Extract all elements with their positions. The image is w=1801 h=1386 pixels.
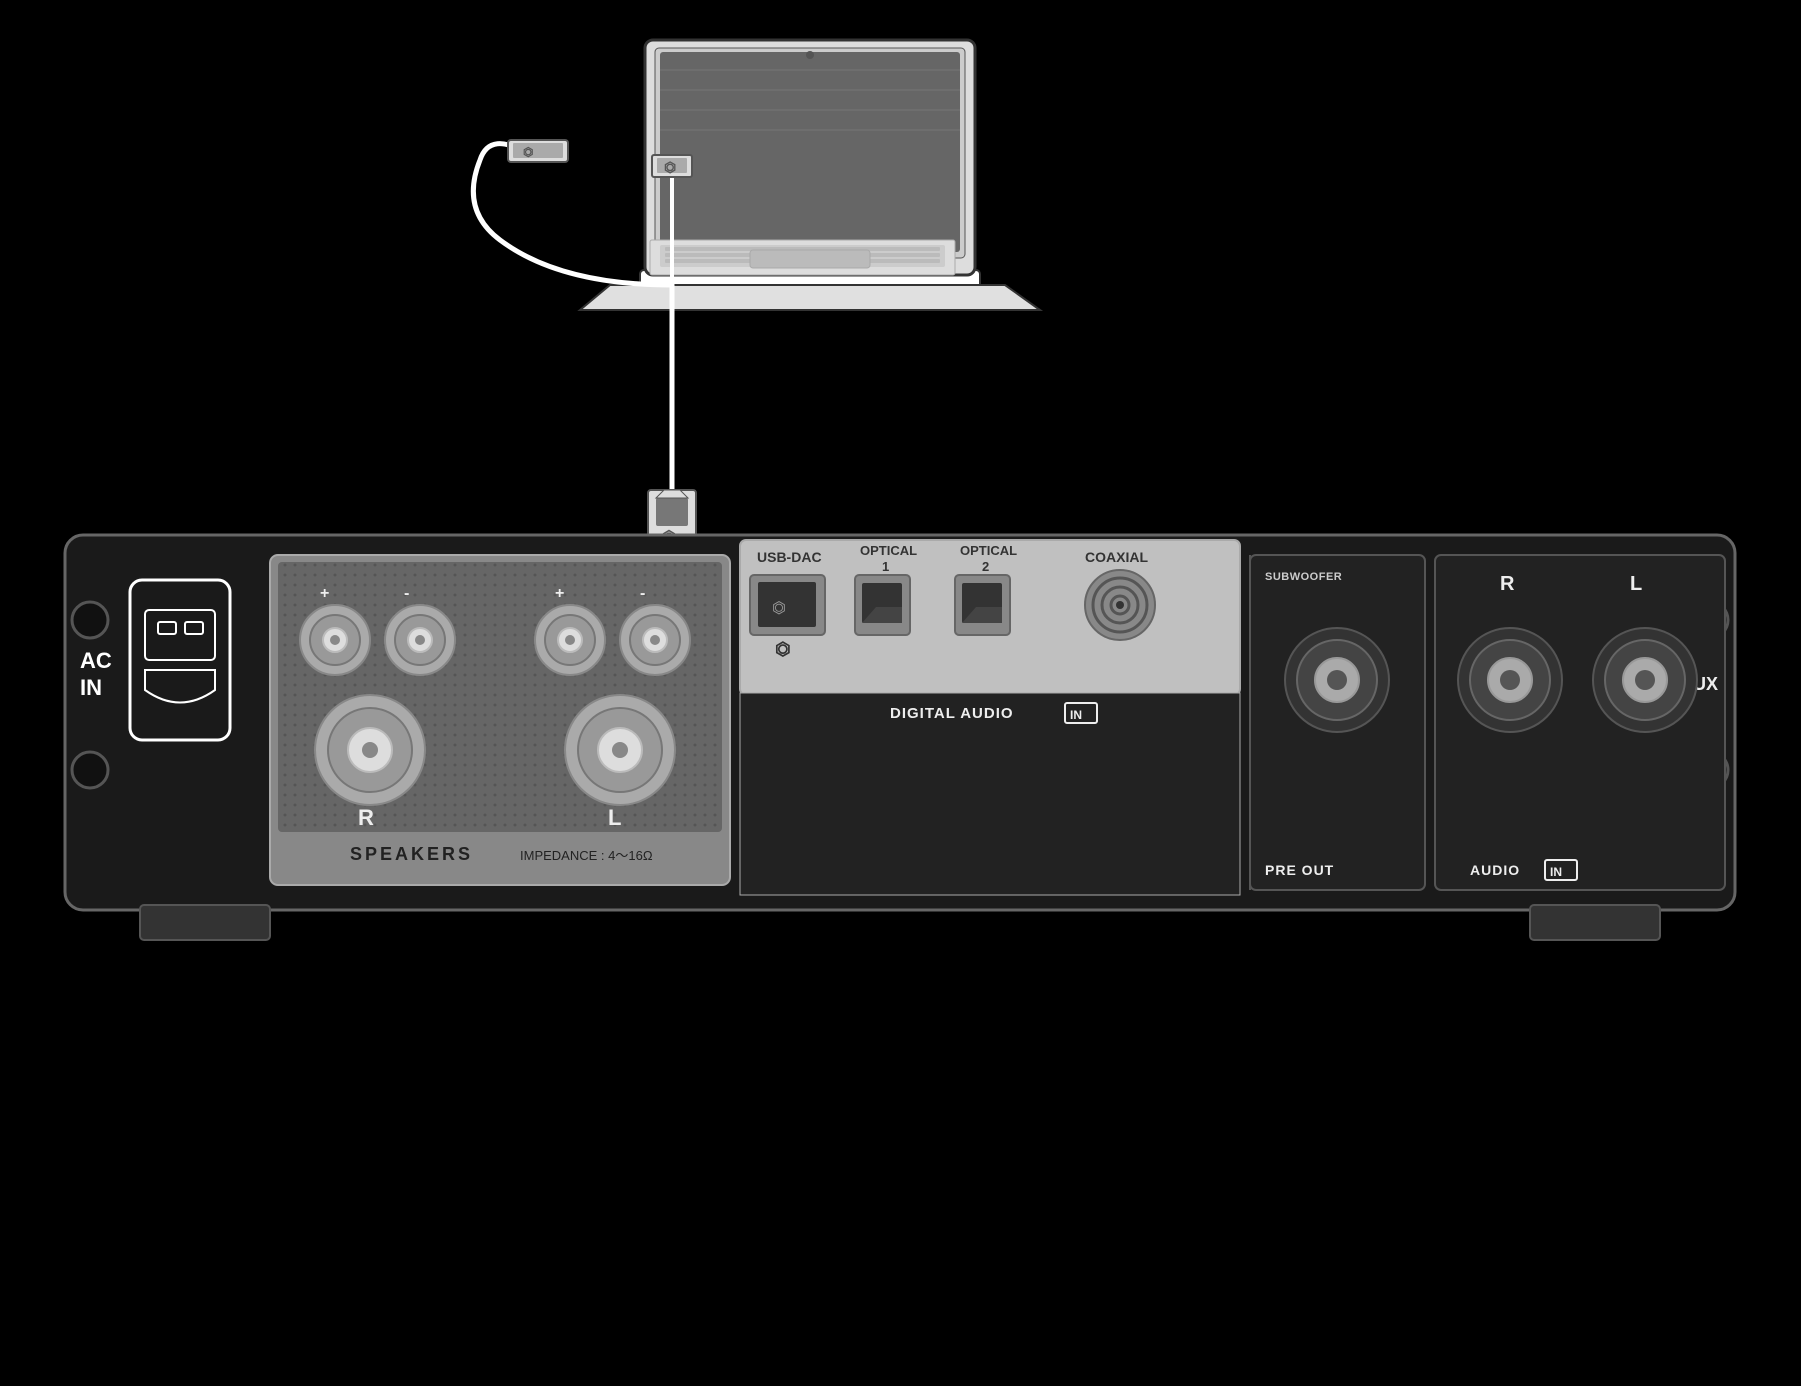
svg-text:IN: IN xyxy=(1550,865,1562,879)
svg-text:PRE OUT: PRE OUT xyxy=(1265,862,1334,878)
svg-text:1: 1 xyxy=(882,559,889,574)
svg-text:OPTICAL: OPTICAL xyxy=(860,543,917,558)
svg-text:OPTICAL: OPTICAL xyxy=(960,543,1017,558)
svg-text:COAXIAL: COAXIAL xyxy=(1085,549,1148,565)
svg-text:⏣: ⏣ xyxy=(772,600,786,617)
usb-type-a-connector: ⏣ xyxy=(652,155,692,285)
svg-text:AUX: AUX xyxy=(1680,674,1718,694)
svg-text:+: + xyxy=(555,585,564,602)
usb-type-b-connector: ⏣ xyxy=(648,490,696,546)
svg-text:-: - xyxy=(404,585,409,602)
svg-text:L: L xyxy=(1630,573,1642,595)
svg-text:IMPEDANCE : 4～16Ω: IMPEDANCE : 4～16Ω xyxy=(520,848,653,863)
laptop-illustration xyxy=(580,40,1040,310)
svg-text:R: R xyxy=(358,805,374,830)
svg-text:SPEAKERS: SPEAKERS xyxy=(350,844,473,864)
svg-text:AC: AC xyxy=(80,648,112,673)
svg-text:R: R xyxy=(1500,573,1515,595)
svg-text:L: L xyxy=(608,805,621,830)
svg-text:IN: IN xyxy=(1070,708,1082,722)
svg-text:⏣: ⏣ xyxy=(662,529,676,546)
svg-text:USB-DAC: USB-DAC xyxy=(757,549,822,565)
diagram-container: ⏣ ⏣ ⏣ xyxy=(0,0,1801,1386)
svg-text:SUBWOOFER: SUBWOOFER xyxy=(1265,571,1342,583)
svg-text:⏣: ⏣ xyxy=(664,159,676,175)
svg-text:DIGITAL AUDIO: DIGITAL AUDIO xyxy=(890,705,1014,722)
svg-text:⏣: ⏣ xyxy=(775,639,791,659)
svg-text:IN: IN xyxy=(80,675,102,700)
svg-text:⏣: ⏣ xyxy=(523,145,533,159)
svg-text:2: 2 xyxy=(982,559,989,574)
svg-text:+: + xyxy=(320,585,329,602)
svg-text:-: - xyxy=(640,585,645,602)
svg-text:AUDIO: AUDIO xyxy=(1470,862,1520,878)
